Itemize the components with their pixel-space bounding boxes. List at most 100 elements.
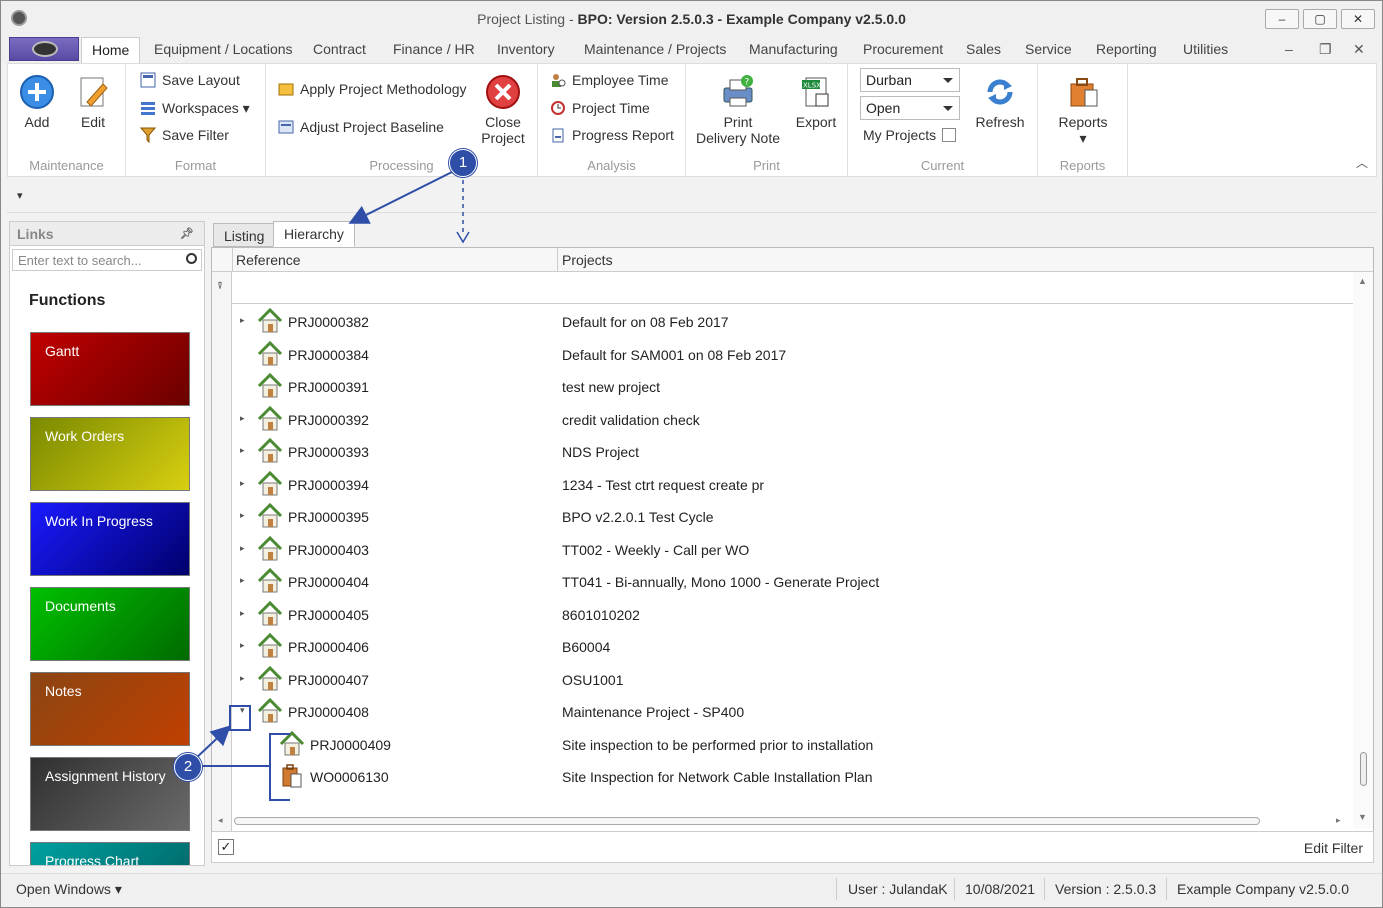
table-row[interactable]: ▾ PRJ0000408 Maintenance Project - SP400 — [232, 695, 1352, 727]
expand-chevron-icon[interactable]: ▸ — [240, 640, 245, 651]
scroll-right-icon[interactable]: ▸ — [1336, 815, 1341, 826]
functions-title: Functions — [29, 292, 106, 309]
table-row[interactable]: WO0006130 Site Inspection for Network Cab… — [232, 760, 1352, 792]
expand-chevron-icon[interactable]: ▸ — [240, 478, 245, 489]
add-button[interactable]: Add — [14, 74, 60, 130]
edit-button[interactable]: Edit — [70, 74, 116, 130]
menu-tab-manufacturing[interactable]: Manufacturing — [749, 41, 838, 57]
edit-icon — [80, 77, 108, 107]
save-filter-button[interactable]: Save Filter — [140, 127, 229, 143]
collapse-chevron-icon[interactable]: ▾ — [240, 705, 245, 716]
analysis-group-label: Analysis — [587, 158, 636, 173]
horizontal-scroll-thumb[interactable] — [234, 817, 1260, 825]
expand-chevron-icon[interactable]: ▸ — [240, 445, 245, 456]
scroll-left-icon[interactable]: ◂ — [218, 815, 223, 826]
project-house-icon — [279, 730, 305, 755]
table-row[interactable]: PRJ0000391 test new project — [232, 370, 1352, 402]
links-search-input[interactable]: Enter text to search... — [12, 249, 202, 271]
scroll-down-icon[interactable]: ▼ — [1358, 812, 1367, 822]
table-row[interactable]: ▸ PRJ0000392 credit validation check — [232, 403, 1352, 435]
expand-chevron-icon[interactable]: ▸ — [240, 315, 245, 326]
edit-filter-link[interactable]: Edit Filter — [1304, 840, 1363, 856]
table-row[interactable]: ▸ PRJ0000406 B60004 — [232, 630, 1352, 662]
function-tile[interactable]: Work Orders — [30, 417, 190, 491]
employee-time-button[interactable]: Employee Time — [550, 72, 668, 88]
table-row[interactable]: ▸ PRJ0000394 1234 - Test ctrt request crea… — [232, 468, 1352, 500]
expand-chevron-icon[interactable]: ▸ — [240, 673, 245, 684]
menu-tab-reporting[interactable]: Reporting — [1096, 41, 1157, 57]
function-tile[interactable]: Work In Progress — [30, 502, 190, 576]
apply-project-methodology-button[interactable]: Apply Project Methodology — [278, 81, 467, 97]
close-project-button[interactable]: Close Project — [472, 74, 534, 146]
menu-tab-equipment-locations[interactable]: Equipment / Locations — [154, 41, 293, 57]
table-row[interactable]: ▸ PRJ0000407 OSU1001 — [232, 663, 1352, 695]
vertical-scroll-thumb[interactable] — [1360, 752, 1367, 786]
mdi-minimize-button[interactable]: – — [1285, 41, 1293, 57]
minimize-button[interactable]: – — [1265, 9, 1299, 29]
row-reference: PRJ0000407 — [288, 671, 369, 688]
menu-tab-maintenance-projects[interactable]: Maintenance / Projects — [584, 41, 726, 57]
table-row[interactable]: ▸ PRJ0000405 8601010202 — [232, 598, 1352, 630]
table-row[interactable]: ▸ PRJ0000404 TT041 - Bi-annually, Mono 100… — [232, 565, 1352, 597]
reports-dropdown[interactable]: Reports ▾ — [1052, 74, 1114, 146]
menu-tab-sales[interactable]: Sales — [966, 41, 1001, 57]
expand-chevron-icon[interactable]: ▸ — [240, 510, 245, 521]
menu-tab-inventory[interactable]: Inventory — [497, 41, 555, 57]
function-tile[interactable]: Assignment History — [30, 757, 190, 831]
quick-access-dropdown-icon[interactable]: ▾ — [17, 189, 23, 202]
file-menu-button[interactable] — [9, 37, 79, 61]
vertical-scrollbar[interactable]: ▲ ▼ — [1353, 272, 1373, 828]
pin-icon[interactable]: 📌︎ — [180, 227, 194, 240]
table-row[interactable]: ▸ PRJ0000395 BPO v2.2.0.1 Test Cycle — [232, 500, 1352, 532]
column-header-reference[interactable]: Reference — [236, 252, 301, 268]
project-time-button[interactable]: Project Time — [550, 100, 650, 116]
table-row[interactable]: ▸ PRJ0000403 TT002 - Weekly - Call per WO — [232, 533, 1352, 565]
function-tile-label: Gantt — [45, 343, 80, 359]
table-row[interactable]: PRJ0000409 Site inspection to be performe… — [232, 728, 1352, 760]
expand-chevron-icon[interactable]: ▸ — [240, 543, 245, 554]
site-select[interactable]: Durban — [860, 68, 960, 92]
progress-report-button[interactable]: Progress Report — [550, 127, 674, 143]
menu-tab-finance-hr[interactable]: Finance / HR — [393, 41, 475, 57]
mdi-restore-button[interactable]: ❐ — [1319, 41, 1332, 58]
table-row[interactable]: ▸ PRJ0000393 NDS Project — [232, 435, 1352, 467]
menu-tab-utilities[interactable]: Utilities — [1183, 41, 1228, 57]
ribbon-group-print: ? Print Delivery Note XLSX Export Print — [686, 64, 848, 176]
workspaces-dropdown[interactable]: Workspaces ▾ — [140, 100, 250, 117]
row-project-description: 8601010202 — [562, 606, 640, 623]
print-delivery-note-button[interactable]: ? Print Delivery Note — [692, 74, 784, 146]
my-projects-checkbox[interactable] — [942, 128, 957, 142]
filter-enable-checkbox[interactable]: ✓ — [218, 839, 234, 855]
row-reference: PRJ0000393 — [288, 444, 369, 460]
open-windows-dropdown[interactable]: Open Windows ▾ — [16, 881, 122, 898]
close-window-button[interactable]: ✕ — [1341, 9, 1375, 29]
menu-tab-procurement[interactable]: Procurement — [863, 41, 943, 57]
function-tile[interactable]: Notes — [30, 672, 190, 746]
refresh-button[interactable]: Refresh — [972, 74, 1028, 130]
menu-tab-contract[interactable]: Contract — [313, 41, 366, 57]
collapse-ribbon-icon[interactable]: ︿ — [1356, 154, 1368, 171]
menu-tab-service[interactable]: Service — [1025, 41, 1072, 57]
status-select[interactable]: Open — [860, 96, 960, 120]
tab-listing[interactable]: Listing — [213, 223, 276, 247]
save-layout-button[interactable]: Save Layout — [140, 72, 240, 88]
expand-chevron-icon[interactable]: ▸ — [240, 575, 245, 586]
expand-chevron-icon[interactable]: ▸ — [240, 413, 245, 424]
table-row[interactable]: ▸ PRJ0000382 Default for on 08 Feb 2017 — [232, 305, 1352, 337]
function-tile[interactable]: Progress Chart — [30, 842, 190, 865]
menu-tab-home[interactable]: Home — [81, 37, 141, 63]
column-header-projects[interactable]: Projects — [562, 252, 613, 268]
function-tile[interactable]: Documents — [30, 587, 190, 661]
table-row[interactable]: PRJ0000384 Default for SAM001 on 08 Feb 2… — [232, 338, 1352, 370]
tab-hierarchy[interactable]: Hierarchy — [273, 221, 355, 247]
scroll-up-icon[interactable]: ▲ — [1358, 276, 1367, 286]
auto-filter-row[interactable] — [232, 272, 1372, 304]
my-projects-toggle[interactable]: My Projects — [863, 127, 957, 143]
function-tile[interactable]: Gantt — [30, 332, 190, 406]
maximize-button[interactable]: ▢ — [1303, 9, 1337, 29]
expand-chevron-icon[interactable]: ▸ — [240, 608, 245, 619]
adjust-project-baseline-button[interactable]: Adjust Project Baseline — [278, 119, 444, 135]
horizontal-scrollbar[interactable]: ◂ ▸ — [212, 812, 1352, 830]
export-button[interactable]: XLSX Export — [790, 74, 842, 130]
mdi-close-button[interactable]: ✕ — [1353, 41, 1365, 58]
